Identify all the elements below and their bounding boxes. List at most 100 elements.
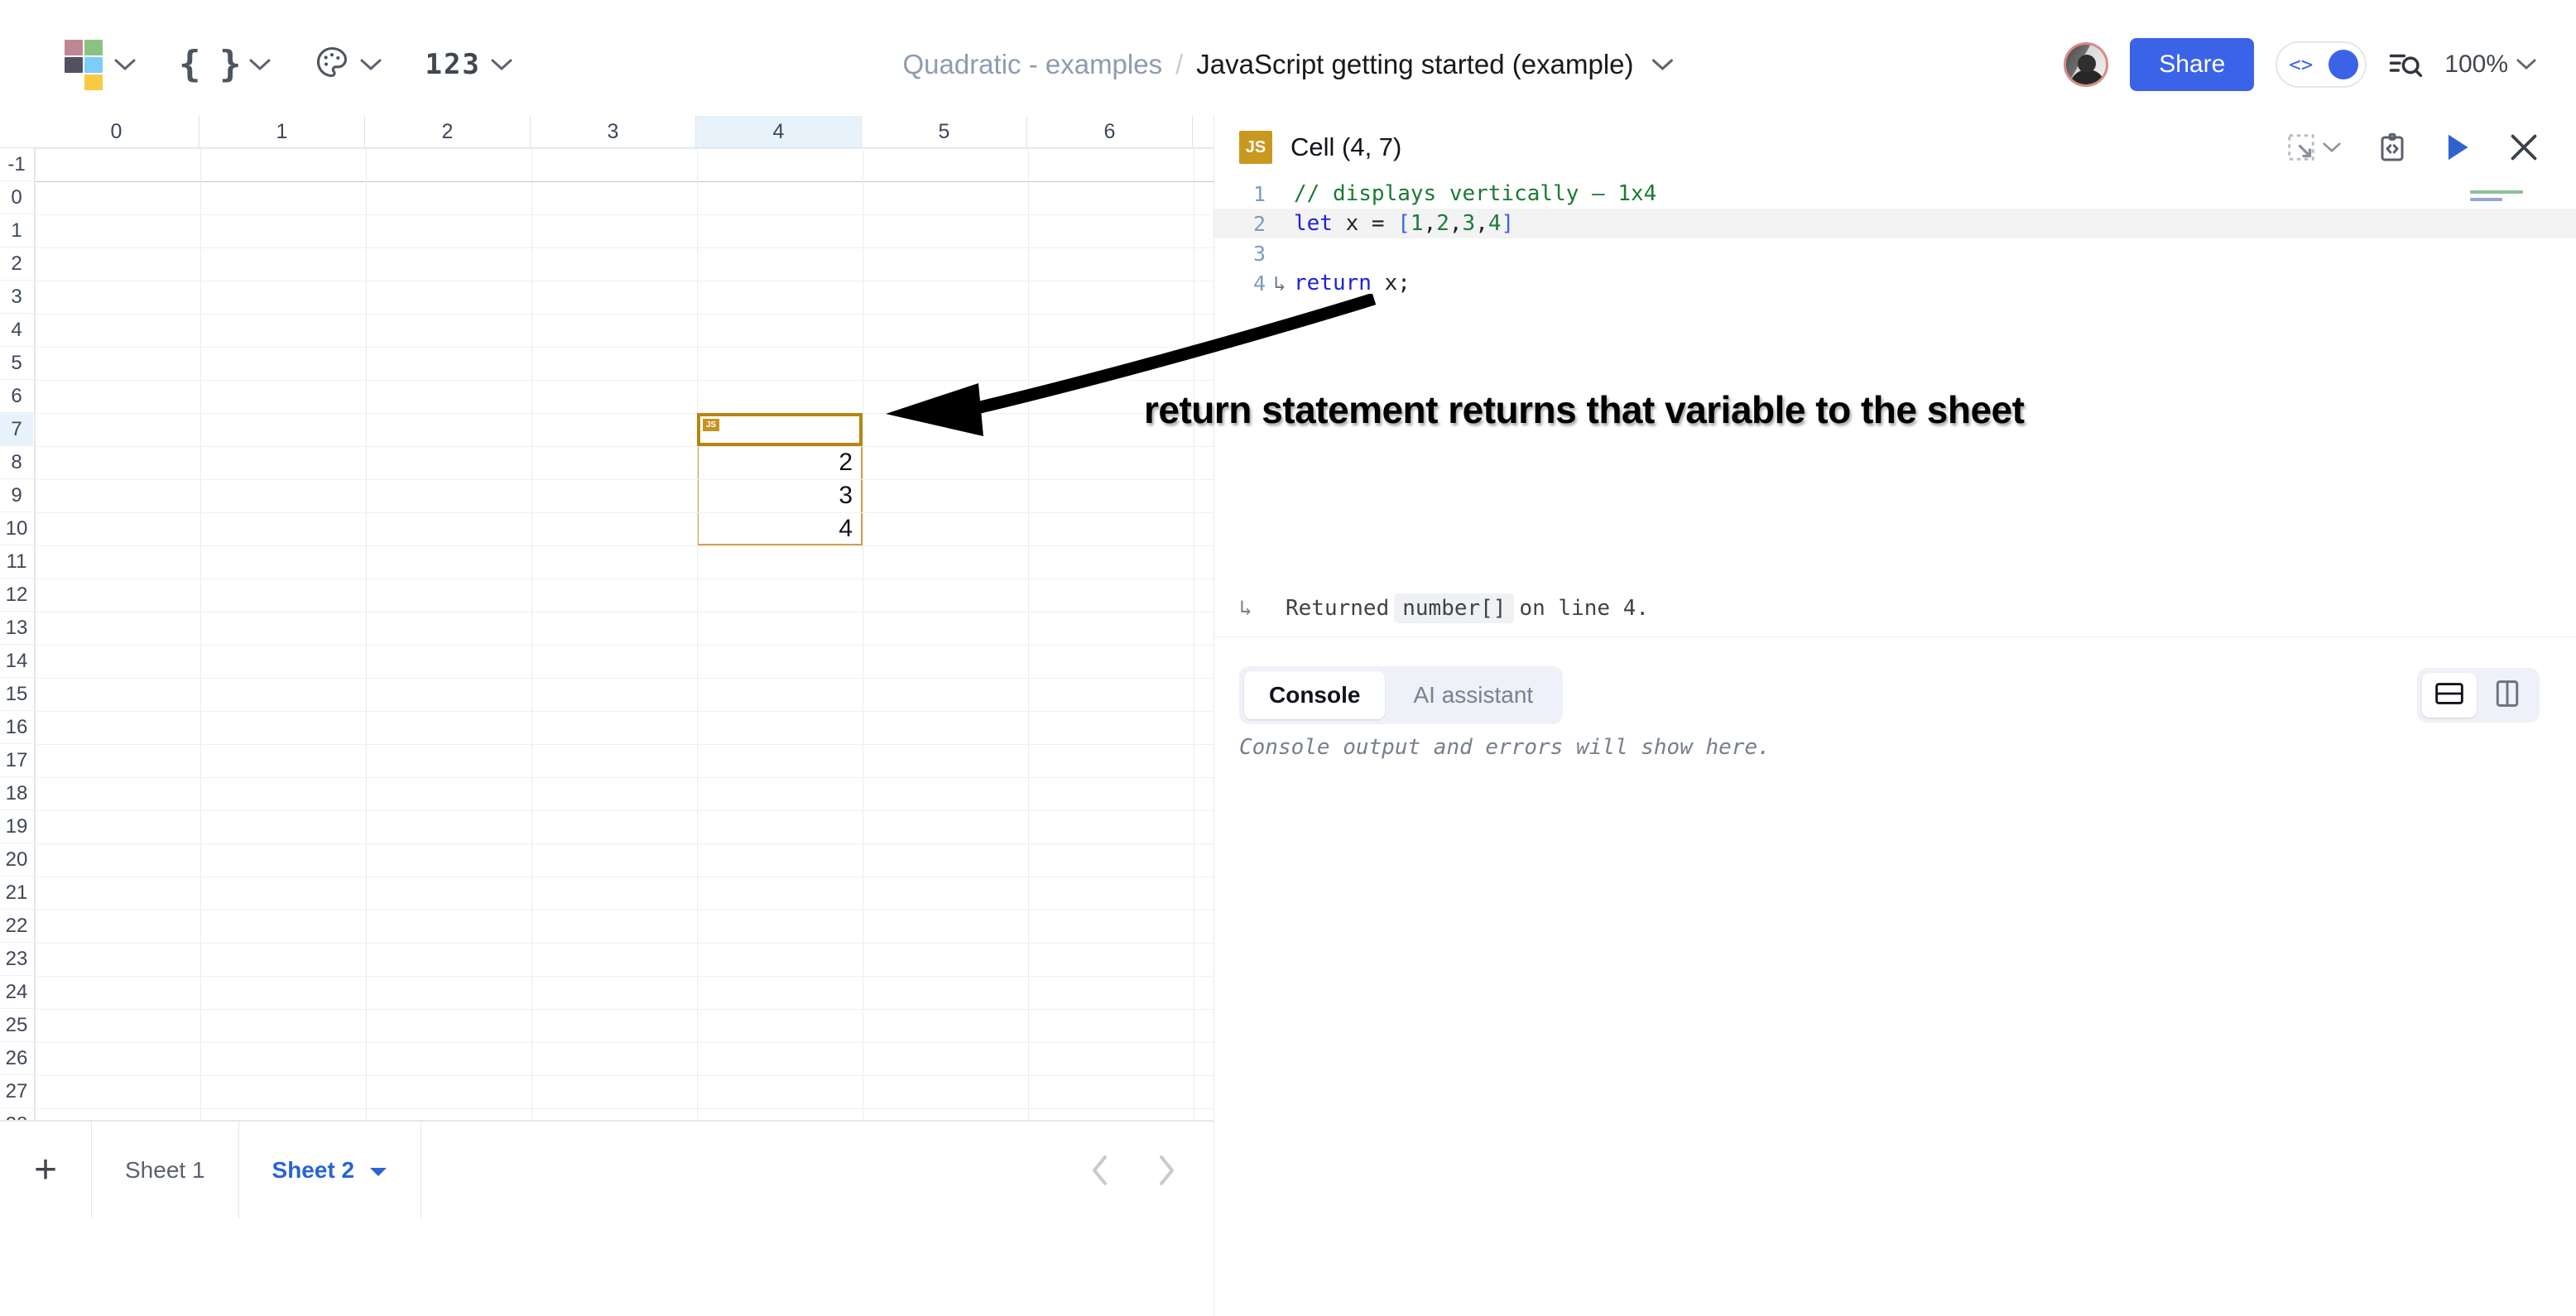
- grid-line-horizontal: [35, 446, 1214, 447]
- row-header-25[interactable]: 25: [0, 1009, 33, 1042]
- zoom-control[interactable]: 100%: [2444, 50, 2536, 79]
- cell-value[interactable]: 3: [697, 479, 863, 512]
- row-header-10[interactable]: 10: [0, 512, 33, 545]
- page-title[interactable]: JavaScript getting started (example): [1196, 49, 1633, 80]
- close-icon[interactable]: [2508, 132, 2540, 163]
- return-suffix: on line 4.: [1519, 595, 1650, 621]
- chevron-down-icon: [360, 58, 382, 71]
- share-button[interactable]: Share: [2130, 37, 2255, 91]
- column-header-4[interactable]: 4: [696, 116, 862, 147]
- row-header-11[interactable]: 11: [0, 545, 33, 579]
- row-header-7[interactable]: 7: [0, 413, 33, 446]
- layout-side-by-side-button[interactable]: [2480, 673, 2535, 718]
- dashed-select-icon[interactable]: [2286, 132, 2341, 162]
- grid-line-horizontal: [35, 181, 1214, 182]
- code-editor[interactable]: 1 // displays vertically — 1x4 2 let x = [1…: [1214, 179, 2576, 493]
- row-header-17[interactable]: 17: [0, 744, 33, 777]
- clipboard-code-icon[interactable]: [2377, 132, 2407, 162]
- grid-line-horizontal: [35, 843, 1214, 844]
- sheet-bar-spacer: [421, 1121, 1089, 1218]
- avatar[interactable]: [2064, 41, 2109, 87]
- palette-icon: [314, 44, 350, 84]
- column-header-2[interactable]: 2: [365, 116, 531, 147]
- row-header-0[interactable]: 0: [0, 181, 33, 214]
- columns-layout-icon: [2496, 680, 2519, 711]
- grid-line-horizontal: [35, 678, 1214, 679]
- code-braces-button[interactable]: { }: [157, 43, 292, 85]
- row-header-16[interactable]: 16: [0, 711, 33, 744]
- grid-line-horizontal: [35, 943, 1214, 944]
- return-type-chip: number[]: [1394, 593, 1515, 623]
- caret-down-icon[interactable]: [369, 1157, 387, 1184]
- row-header-8[interactable]: 8: [0, 446, 33, 479]
- code-line[interactable]: 3: [1214, 238, 2576, 268]
- row-header-label: 4: [11, 318, 22, 341]
- row-header-23[interactable]: 23: [0, 943, 33, 976]
- row-header-18[interactable]: 18: [0, 777, 33, 810]
- row-header-label: 2: [11, 252, 22, 275]
- cell-value[interactable]: 4: [697, 512, 863, 545]
- row-header-12[interactable]: 12: [0, 579, 33, 612]
- cell-value[interactable]: 1: [697, 413, 863, 446]
- row-header-22[interactable]: 22: [0, 910, 33, 943]
- tab-console[interactable]: Console: [1244, 671, 1386, 719]
- sheet-next-icon[interactable]: [1156, 1154, 1177, 1187]
- grid-line-horizontal: [35, 1042, 1214, 1043]
- row-header-20[interactable]: 20: [0, 843, 33, 877]
- code-line[interactable]: 2 let x = [1,2,3,4]: [1214, 209, 2576, 238]
- tab-ai-assistant[interactable]: AI assistant: [1388, 671, 1558, 719]
- row-header-1[interactable]: 1: [0, 214, 33, 247]
- row-header-26[interactable]: 26: [0, 1042, 33, 1075]
- column-header-label: 2: [441, 119, 454, 143]
- column-header-1[interactable]: 1: [199, 116, 365, 147]
- number-format-button[interactable]: 123: [403, 48, 533, 81]
- header-actions: Share <> 100%: [2064, 37, 2536, 91]
- code-editor-toggle[interactable]: <>: [2276, 41, 2367, 88]
- code-line-text: // displays vertically — 1x4: [1294, 181, 1657, 206]
- row-header-3[interactable]: 3: [0, 281, 33, 314]
- column-header-3[interactable]: 3: [531, 116, 696, 147]
- palette-button[interactable]: [292, 44, 403, 84]
- column-header-6[interactable]: 6: [1027, 116, 1193, 147]
- breadcrumb-parent[interactable]: Quadratic - examples: [902, 49, 1162, 80]
- row-header-label: 19: [5, 814, 28, 838]
- row-header-6[interactable]: 6: [0, 380, 33, 413]
- toggle-knob: [2328, 49, 2359, 79]
- spreadsheet-grid[interactable]: 0123456 -1 0 1 2 3 4 5 6 7 8 9 10 11 12 13 14 15 16 17 18 19…: [0, 116, 1214, 1218]
- row-header-13[interactable]: 13: [0, 612, 33, 645]
- file-menu-chevron-down-icon[interactable]: [1652, 58, 1674, 71]
- grid-cells[interactable]: 1234 JS: [34, 148, 1214, 1218]
- column-header-0[interactable]: 0: [34, 116, 199, 147]
- row-header-label: 6: [11, 384, 22, 407]
- code-line-number: 2: [1252, 211, 1266, 236]
- row-header-4[interactable]: 4: [0, 314, 33, 347]
- row-header-label: 14: [5, 649, 28, 672]
- row-header-24[interactable]: 24: [0, 976, 33, 1009]
- row-header-9[interactable]: 9: [0, 479, 33, 512]
- cell-value[interactable]: 2: [697, 446, 863, 479]
- row-header-21[interactable]: 21: [0, 877, 33, 910]
- sheet-tab-1[interactable]: Sheet 1: [91, 1121, 238, 1218]
- sheet-prev-icon[interactable]: [1089, 1154, 1111, 1187]
- search-icon[interactable]: [2388, 47, 2423, 82]
- grid-line-horizontal: [35, 247, 1214, 248]
- row-header-15[interactable]: 15: [0, 678, 33, 711]
- code-line[interactable]: 1 // displays vertically — 1x4: [1214, 179, 2576, 209]
- play-icon[interactable]: [2444, 132, 2472, 162]
- console-tabs-row: Console AI assistant: [1214, 656, 2576, 735]
- console-tabs: Console AI assistant: [1239, 666, 1564, 724]
- code-line[interactable]: 4 ↳ return x;: [1214, 268, 2576, 298]
- row-header-2[interactable]: 2: [0, 247, 33, 281]
- row-header-label: 15: [5, 682, 28, 705]
- row-header--1[interactable]: -1: [0, 148, 33, 181]
- layout-stacked-button[interactable]: [2422, 673, 2477, 718]
- sheet-tab-2[interactable]: Sheet 2: [238, 1121, 421, 1218]
- format-grid-button[interactable]: [43, 39, 157, 90]
- column-header-5[interactable]: 5: [862, 116, 1027, 147]
- breadcrumb: Quadratic - examples / JavaScript gettin…: [902, 49, 1674, 80]
- row-header-19[interactable]: 19: [0, 810, 33, 843]
- add-sheet-button[interactable]: +: [0, 1121, 91, 1218]
- row-header-5[interactable]: 5: [0, 347, 33, 380]
- row-header-14[interactable]: 14: [0, 645, 33, 678]
- row-header-27[interactable]: 27: [0, 1075, 33, 1108]
